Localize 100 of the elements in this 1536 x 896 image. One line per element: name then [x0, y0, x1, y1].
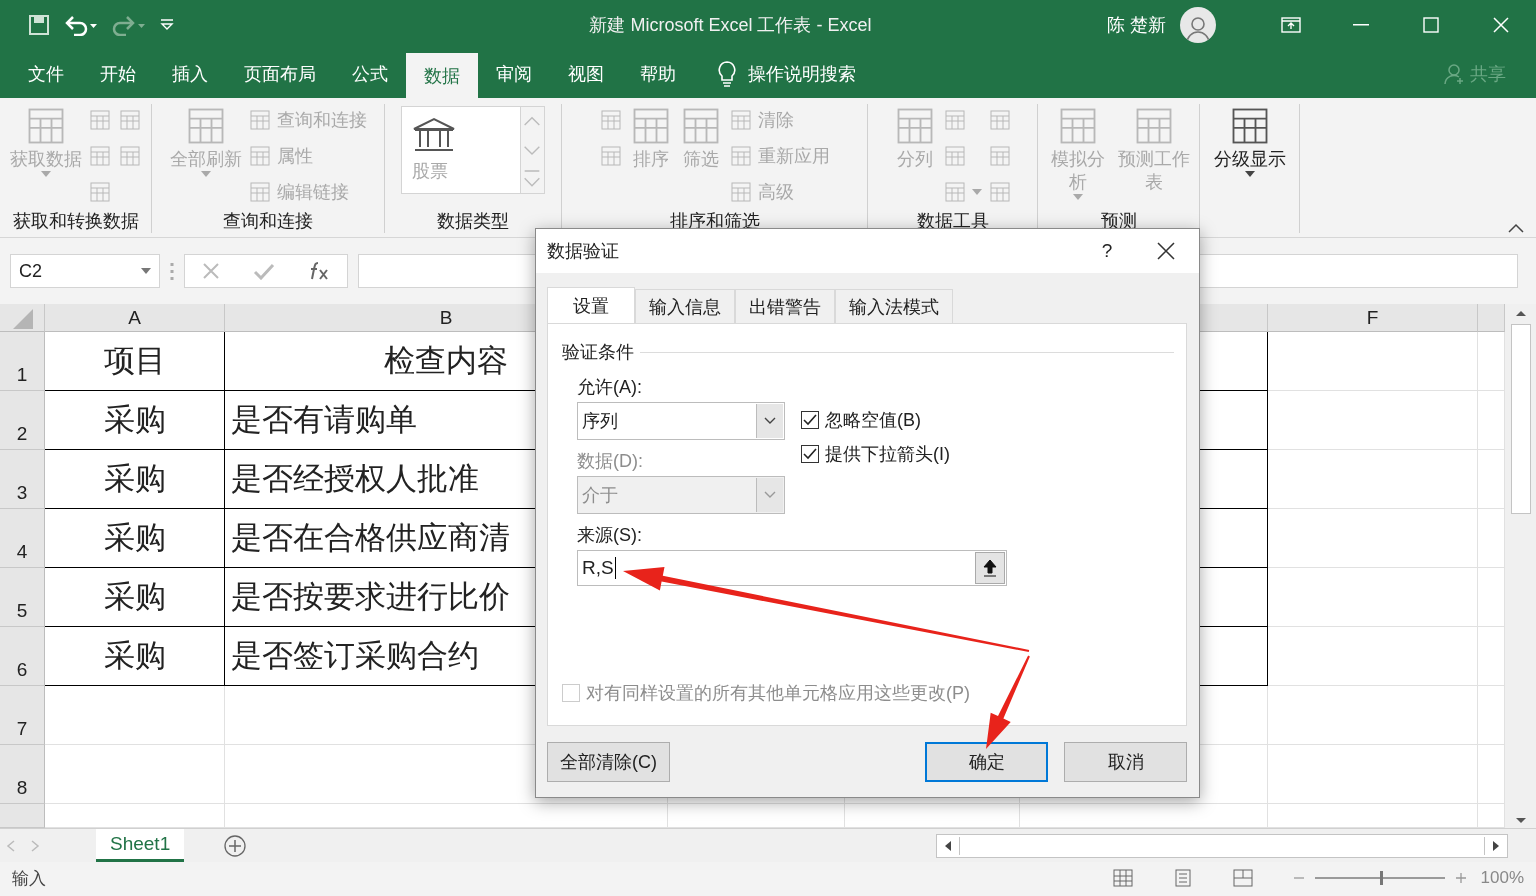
upload-arrow-icon — [983, 559, 997, 577]
row-header[interactable] — [0, 804, 45, 828]
function-icon[interactable] — [308, 261, 331, 281]
dropdown[interactable]: 序列 — [577, 402, 785, 440]
dialog-tab[interactable]: 出错警告 — [735, 289, 835, 323]
scroll-thumb[interactable] — [1510, 324, 1531, 514]
ribbon-tab[interactable]: 公式 — [334, 50, 406, 98]
gallery-scrollbar[interactable] — [521, 106, 545, 194]
column-header[interactable]: F — [1268, 304, 1478, 332]
checkmark-icon — [803, 448, 817, 460]
collapse-ribbon-icon[interactable] — [1508, 223, 1524, 233]
drag-handle-icon[interactable] — [170, 262, 174, 280]
sheet-icon — [247, 144, 272, 168]
ribbon-tab[interactable]: 审阅 — [478, 50, 550, 98]
avatar[interactable] — [1180, 7, 1216, 43]
row-header[interactable]: 4 — [0, 509, 45, 568]
save-icon[interactable] — [28, 14, 50, 36]
add-sheet-icon[interactable] — [224, 834, 247, 857]
close-icon — [1157, 242, 1175, 260]
dialog-tab[interactable]: 设置 — [547, 287, 635, 324]
sheet-icon — [988, 180, 1012, 204]
dialog-button[interactable]: 确定 — [925, 742, 1048, 782]
chevron-down-icon — [764, 417, 776, 425]
table-cell: 采购 — [45, 627, 225, 686]
caret-icon — [40, 171, 51, 177]
row-header[interactable]: 3 — [0, 450, 45, 509]
ribbon-tab[interactable]: 插入 — [154, 50, 226, 98]
group-label: 查询和连接 — [223, 211, 313, 231]
ribbon-tab[interactable]: 页面布局 — [226, 50, 334, 98]
row-header[interactable]: 2 — [0, 391, 45, 450]
sheet-icon — [943, 180, 967, 204]
redo-icon[interactable] — [112, 14, 146, 36]
close-icon — [1493, 17, 1509, 33]
caret-icon — [972, 189, 982, 195]
ribbon-tab[interactable]: 开始 — [82, 50, 154, 98]
field-label: 数据(D): — [577, 450, 643, 473]
group-label: 数据类型 — [437, 211, 509, 231]
page-layout-icon[interactable] — [1172, 869, 1193, 887]
dialog-tab[interactable]: 输入信息 — [635, 289, 735, 323]
ribbon-tab[interactable]: 数据 — [406, 53, 478, 98]
minimize-icon — [1353, 24, 1369, 26]
maximize-icon — [1423, 17, 1439, 33]
help-button[interactable]: ? — [1081, 240, 1133, 262]
tell-me-search[interactable]: 操作说明搜索 — [748, 62, 856, 86]
ribbon-tab[interactable]: 帮助 — [622, 50, 694, 98]
dialog-button[interactable]: 全部清除(C) — [547, 742, 670, 782]
section-title: 验证条件 — [562, 341, 634, 364]
zoom-level[interactable]: 100% — [1480, 868, 1524, 888]
caret-icon[interactable] — [141, 268, 151, 274]
checkbox[interactable]: 忽略空值(B) — [801, 408, 950, 432]
row-header[interactable]: 7 — [0, 686, 45, 745]
dialog-button[interactable]: 取消 — [1064, 742, 1187, 782]
sheet-icon — [599, 144, 623, 168]
page-break-icon[interactable] — [1232, 869, 1253, 887]
collapse-dialog-button[interactable] — [975, 552, 1005, 584]
sheet-icon — [117, 108, 142, 132]
lightbulb-icon — [718, 61, 736, 87]
sheet-icon — [729, 108, 753, 132]
ribbon-tab[interactable]: 视图 — [550, 50, 622, 98]
customize-icon[interactable] — [160, 19, 174, 31]
ribbon-button[interactable]: 分级显示 — [1213, 104, 1286, 177]
group-label: 获取和转换数据 — [12, 211, 139, 231]
grid-view-icon[interactable] — [1112, 869, 1133, 887]
table-cell: 采购 — [45, 391, 225, 450]
zoom-slider-thumb[interactable] — [1379, 871, 1383, 885]
row-header[interactable]: 6 — [0, 627, 45, 686]
row-header[interactable]: 8 — [0, 745, 45, 804]
plus-icon[interactable] — [1454, 872, 1467, 884]
caret-icon — [1073, 194, 1084, 200]
row-header[interactable]: 5 — [0, 568, 45, 627]
horizontal-scrollbar[interactable] — [936, 833, 1508, 858]
sheet-icon — [117, 144, 142, 168]
column-header[interactable]: A — [45, 304, 225, 332]
sheet-icon — [943, 144, 967, 168]
check-icon[interactable] — [253, 262, 275, 280]
table-cell: 采购 — [45, 568, 225, 627]
field-label: 来源(S): — [577, 524, 642, 547]
sheet-icon — [943, 108, 967, 132]
undo-icon[interactable] — [64, 14, 98, 36]
sheet-icon — [247, 180, 272, 204]
select-all-corner[interactable] — [0, 304, 45, 332]
sheet-icon — [729, 144, 753, 168]
sheet-icon — [988, 144, 1012, 168]
caret-icon — [1244, 171, 1255, 177]
source-field[interactable]: R,S — [577, 550, 1007, 586]
checkbox[interactable]: 提供下拉箭头(I) — [801, 442, 950, 466]
table-cell: 项目 — [45, 332, 225, 391]
cancel-icon[interactable] — [201, 262, 220, 280]
name-box[interactable]: C2 — [10, 254, 160, 288]
row-header[interactable]: 1 — [0, 332, 45, 391]
status-mode: 输入 — [12, 867, 46, 890]
dialog-tab[interactable]: 输入法模式 — [835, 289, 953, 323]
sheet-tab[interactable]: Sheet1 — [96, 829, 185, 862]
ribbon-tab[interactable]: 文件 — [10, 50, 82, 98]
column-header[interactable] — [1478, 304, 1505, 332]
window-title: 新建 Microsoft Excel 工作表 - Excel — [588, 14, 873, 37]
sheet-icon — [599, 108, 623, 132]
bank-icon — [412, 117, 456, 153]
scroll-thumb[interactable] — [959, 836, 1485, 855]
chevron-down-icon — [764, 491, 776, 499]
